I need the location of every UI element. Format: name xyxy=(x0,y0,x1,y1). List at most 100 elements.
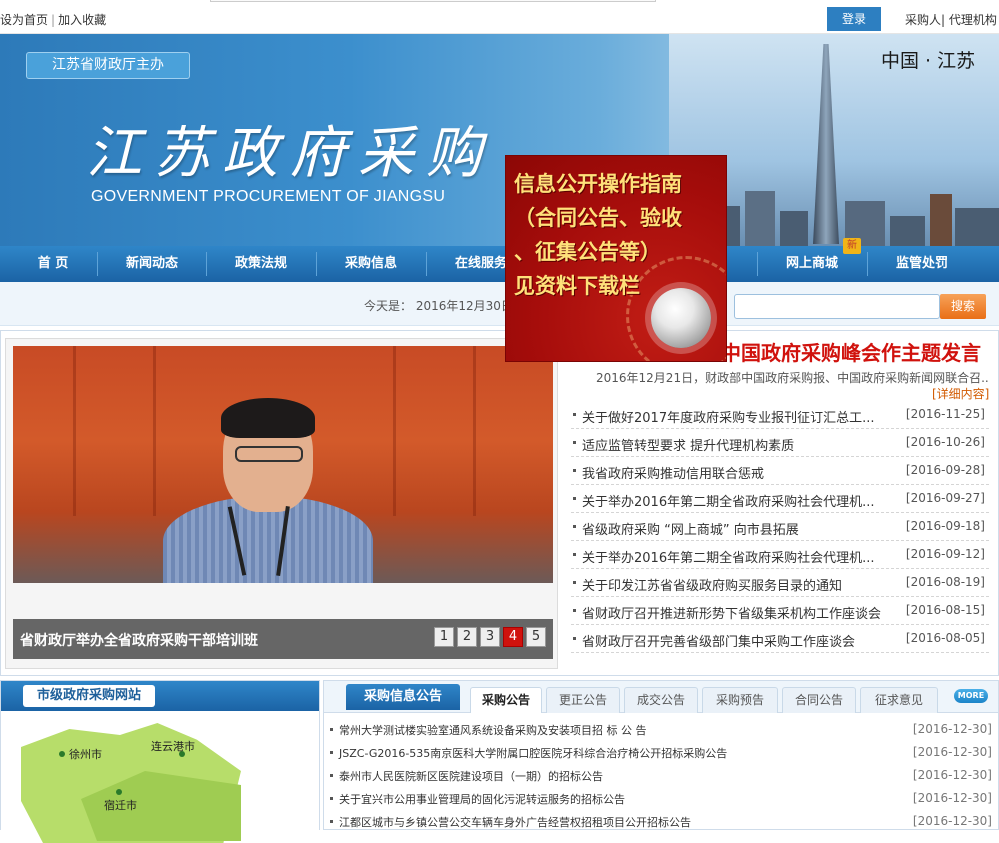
news-row[interactable]: 适应监管转型要求 提升代理机构素质 [2016-10-26] xyxy=(571,429,989,457)
date-search-bar: 今天是： 2016年12月30日 搜索 xyxy=(0,282,999,326)
search-button[interactable]: 搜索 xyxy=(940,294,986,319)
notice-title[interactable]: JSZC-G2016-535南京医科大学附属口腔医院牙科综合治疗椅公开招标采购公… xyxy=(339,745,727,761)
notice-title[interactable]: 关于宜兴市公用事业管理局的固化污泥转运服务的招标公告 xyxy=(339,791,625,807)
news-title[interactable]: 省财政厅召开完善省级部门集中采购工作座谈会 xyxy=(582,631,892,650)
search-input[interactable] xyxy=(734,294,940,319)
list-item[interactable]: 关于宜兴市公用事业管理局的固化污泥转运服务的招标公告 [2016-12-30] xyxy=(330,787,994,810)
login-button[interactable]: 登录 xyxy=(827,7,881,31)
headline-summary: 2016年12月21日，财政部中国政府采购报、中国政府采购新闻网联合召... xyxy=(596,371,988,385)
news-date: [2016-11-25] xyxy=(905,407,985,421)
news-date: [2016-10-26] xyxy=(905,435,985,449)
floating-notice-popup[interactable]: 信息公开操作指南 （合同公告、验收 、征集公告等） 见资料下载栏 xyxy=(505,155,727,362)
news-title[interactable]: 关于举办2016年第二期全省政府采购社会代理机... xyxy=(582,491,892,510)
slideshow-pager: 12345 xyxy=(431,627,546,647)
news-row[interactable]: 省财政厅召开完善省级部门集中采购工作座谈会 [2016-08-05] xyxy=(571,625,989,653)
slideshow-page-2[interactable]: 2 xyxy=(457,627,477,647)
bullet xyxy=(573,637,576,640)
slideshow-page-3[interactable]: 3 xyxy=(480,627,500,647)
photo-slideshow: 省财政厅举办全省政府采购干部培训班 12345 xyxy=(5,338,558,669)
detail-link[interactable]: [详细内容] xyxy=(932,385,989,402)
city-suqian[interactable]: 宿迁市 xyxy=(104,797,137,813)
notice-date: [2016-12-30] xyxy=(912,791,992,805)
popup-line: （合同公告、验收 xyxy=(514,206,682,230)
host-tag: 江苏省财政厅主办 xyxy=(26,52,190,79)
building xyxy=(745,191,775,246)
notice-title[interactable]: 泰州市人民医院新区医院建设项目（一期）的招标公告 xyxy=(339,768,603,784)
tab-procurement-forecast[interactable]: 采购预告 xyxy=(702,687,778,713)
news-title[interactable]: 省财政厅召开推进新形势下省级集采机构工作座谈会 xyxy=(582,603,892,622)
slideshow-page-1[interactable]: 1 xyxy=(434,627,454,647)
bullet xyxy=(573,553,576,556)
news-date: [2016-08-19] xyxy=(905,575,985,589)
separator: | xyxy=(51,13,56,27)
person-glasses xyxy=(235,446,303,462)
curtain-fold xyxy=(153,346,156,516)
news-row[interactable]: 关于举办2016年第二期全省政府采购社会代理机... [2016-09-27] xyxy=(571,485,989,513)
news-date: [2016-09-18] xyxy=(905,519,985,533)
notice-title[interactable]: 江都区城市与乡镇公营公交车辆车身外广告经营权招租项目公开招标公告 xyxy=(339,814,691,830)
header-banner: 江苏省财政厅主办 中国 · 江苏 江苏政府采购 GOVERNMENT PROCU… xyxy=(0,34,999,246)
list-item[interactable]: JSZC-G2016-535南京医科大学附属口腔医院牙科综合治疗椅公开招标采购公… xyxy=(330,741,994,764)
map-pin-icon xyxy=(59,751,65,757)
city-xuzhou[interactable]: 徐州市 xyxy=(69,746,102,762)
nav-news[interactable]: 新闻动态 xyxy=(98,246,206,282)
news-row[interactable]: 我省政府采购推动信用联合惩戒 [2016-09-28] xyxy=(571,457,989,485)
news-row[interactable]: 关于举办2016年第二期全省政府采购社会代理机... [2016-09-12] xyxy=(571,541,989,569)
nav-home[interactable]: 首 页 xyxy=(10,246,96,282)
tab-contract-notice[interactable]: 合同公告 xyxy=(782,687,856,713)
slideshow-page-5[interactable]: 5 xyxy=(526,627,546,647)
tab-correction-notice[interactable]: 更正公告 xyxy=(546,687,620,713)
news-title[interactable]: 关于印发江苏省省级政府购买服务目录的通知 xyxy=(582,575,892,594)
list-item[interactable]: 泰州市人民医院新区医院建设项目（一期）的招标公告 [2016-12-30] xyxy=(330,764,994,787)
city-sites-panel: 市级政府采购网站 徐州市 连云港市 宿迁市 xyxy=(0,680,320,843)
popup-line: 信息公开操作指南 xyxy=(514,172,682,196)
city-lianyungang[interactable]: 连云港市 xyxy=(151,738,195,754)
slideshow-caption[interactable]: 省财政厅举办全省政府采购干部培训班 xyxy=(20,630,258,650)
news-list: 关于做好2017年度政府采购专业报刊征订汇总工... [2016-11-25] 适… xyxy=(571,401,989,653)
procurement-panel-title: 采购信息公告 xyxy=(346,684,460,710)
nav-supervision[interactable]: 监管处罚 xyxy=(868,246,976,282)
bullet xyxy=(330,751,333,754)
new-badge: 新 xyxy=(843,238,861,254)
tab-deal-notice[interactable]: 成交公告 xyxy=(624,687,698,713)
procurement-tabs: 采购信息公告 采购公告 更正公告 成交公告 采购预告 合同公告 征求意见 MOR… xyxy=(324,681,998,713)
news-title[interactable]: 适应监管转型要求 提升代理机构素质 xyxy=(582,435,892,454)
curtain-fold xyxy=(393,346,396,516)
news-date: [2016-08-05] xyxy=(905,631,985,645)
nav-policy[interactable]: 政策法规 xyxy=(207,246,315,282)
slideshow-page-4[interactable]: 4 xyxy=(503,627,523,647)
news-row[interactable]: 关于印发江苏省省级政府购买服务目录的通知 [2016-08-19] xyxy=(571,569,989,597)
more-button[interactable]: MORE xyxy=(954,689,988,703)
tab-procurement-notice[interactable]: 采购公告 xyxy=(470,687,542,713)
top-links: 设为首页 | 加入收藏 xyxy=(0,11,106,28)
bullet xyxy=(573,609,576,612)
news-title[interactable]: 我省政府采购推动信用联合惩戒 xyxy=(582,463,892,482)
building xyxy=(890,216,925,246)
news-title[interactable]: 关于举办2016年第二期全省政府采购社会代理机... xyxy=(582,547,892,566)
news-row[interactable]: 省财政厅召开推进新形势下省级集采机构工作座谈会 [2016-08-15] xyxy=(571,597,989,625)
curtain-fold xyxy=(473,346,476,516)
news-row[interactable]: 关于做好2017年度政府采购专业报刊征订汇总工... [2016-11-25] xyxy=(571,401,989,429)
slideshow-photo[interactable] xyxy=(13,346,553,583)
notice-title[interactable]: 常州大学测试楼实验室通风系统设备采购及安装项目招 标 公 告 xyxy=(339,722,647,738)
news-date: [2016-09-12] xyxy=(905,547,985,561)
bullet xyxy=(330,728,333,731)
nav-procurement-info[interactable]: 采购信息 xyxy=(317,246,425,282)
curtain-fold xyxy=(73,346,76,516)
add-favorite-link[interactable]: 加入收藏 xyxy=(58,13,106,27)
news-date: [2016-09-28] xyxy=(905,463,985,477)
news-title[interactable]: 省级政府采购 “网上商城” 向市县拓展 xyxy=(582,519,892,538)
notice-date: [2016-12-30] xyxy=(912,722,992,736)
headline-title[interactable]: 中国政府采购峰会作主题发言 xyxy=(721,337,981,366)
role-links[interactable]: 采购人| 代理机构 xyxy=(905,11,997,28)
person-hair xyxy=(221,398,315,438)
notice-date: [2016-12-30] xyxy=(912,814,992,828)
news-row[interactable]: 省级政府采购 “网上商城” 向市县拓展 [2016-09-18] xyxy=(571,513,989,541)
bullet xyxy=(330,774,333,777)
bullet xyxy=(330,797,333,800)
news-title[interactable]: 关于做好2017年度政府采购专业报刊征订汇总工... xyxy=(582,407,892,426)
building xyxy=(780,211,808,246)
set-home-link[interactable]: 设为首页 xyxy=(0,13,48,27)
list-item[interactable]: 常州大学测试楼实验室通风系统设备采购及安装项目招 标 公 告 [2016-12-3… xyxy=(330,718,994,741)
tab-solicit-opinions[interactable]: 征求意见 xyxy=(860,687,938,713)
